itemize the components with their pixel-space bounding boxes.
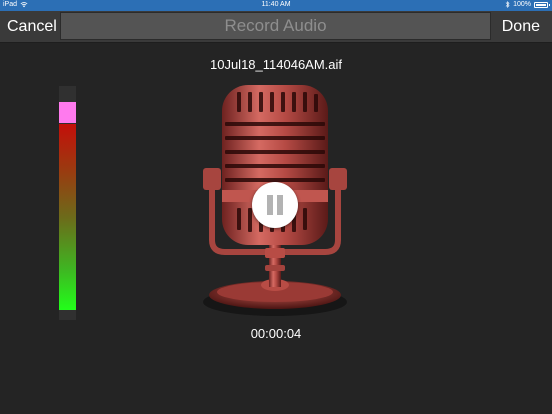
bluetooth-icon [505, 1, 510, 8]
audio-level-meter [59, 86, 76, 320]
status-right: 100% [505, 1, 550, 8]
done-button[interactable]: Done [502, 11, 540, 42]
meter-peak-indicator [59, 102, 76, 123]
status-bar: iPad 11:40 AM 100% [0, 0, 552, 11]
recording-filename: 10Jul18_114046AM.aif [209, 57, 343, 72]
pause-icon-bar [277, 195, 283, 215]
pause-icon [267, 195, 273, 215]
elapsed-time: 00:00:04 [250, 326, 302, 341]
battery-icon [534, 1, 550, 8]
battery-percent: 100% [513, 1, 531, 8]
status-time: 11:40 AM [261, 1, 291, 8]
page-title: Record Audio [60, 12, 491, 40]
meter-level-fill [59, 124, 76, 310]
navigation-bar: Cancel Record Audio Done [0, 11, 552, 43]
pause-button[interactable] [252, 182, 298, 228]
cancel-button[interactable]: Cancel [7, 11, 57, 42]
